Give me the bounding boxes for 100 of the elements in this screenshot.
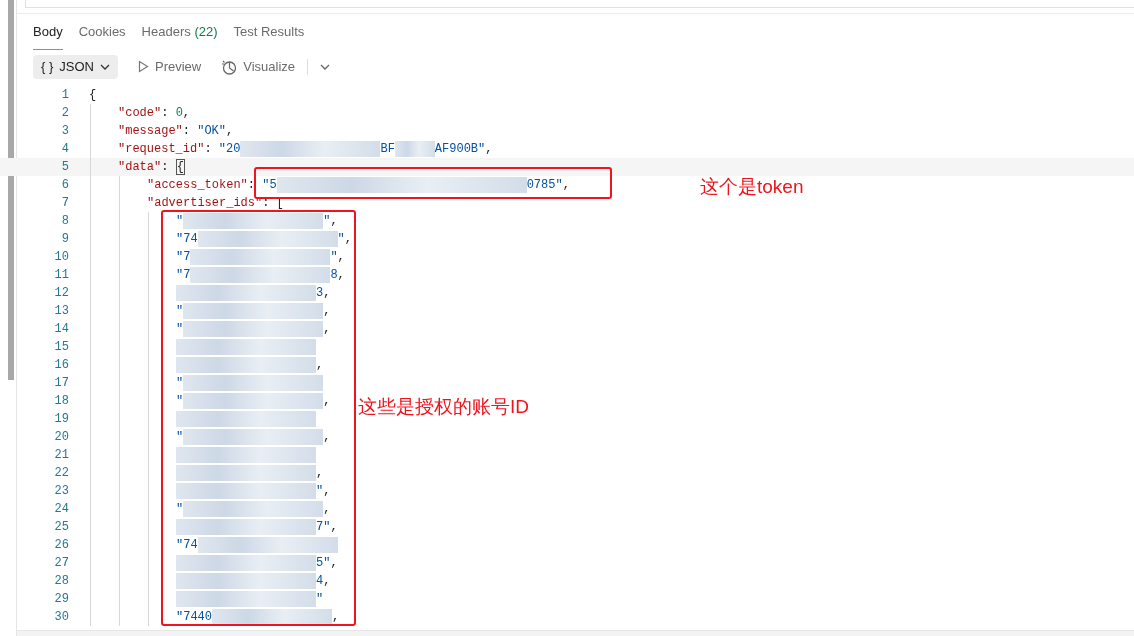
- line-number: 8: [60, 213, 69, 230]
- code-token: ,: [485, 141, 493, 158]
- code-token: ,: [323, 285, 331, 302]
- code-token: "message": [118, 123, 183, 140]
- line-number: 23: [53, 483, 69, 500]
- code-token: 4: [316, 573, 324, 590]
- line-number: 15: [53, 339, 69, 356]
- code-token: 0785": [526, 177, 563, 194]
- code-token: "request_id": [118, 141, 205, 158]
- line-number: 17: [53, 375, 69, 392]
- line-number: 5: [60, 159, 69, 176]
- code-token: ": [176, 393, 184, 410]
- line-number: 7: [60, 195, 69, 212]
- annotation-text: 这些是授权的账号ID: [358, 395, 529, 419]
- line-number: 20: [53, 429, 69, 446]
- code-token: 5": [316, 555, 331, 572]
- line-number: 29: [53, 591, 69, 608]
- tab[interactable]: Headers (22): [141, 20, 218, 50]
- line-number: 24: [53, 501, 69, 518]
- code-token: ,: [323, 573, 331, 590]
- code-token: ,: [330, 519, 338, 536]
- code-token: 8: [330, 267, 338, 284]
- code-token: ,: [337, 249, 345, 266]
- code-token: ,: [344, 231, 352, 248]
- code-token: 3: [316, 285, 324, 302]
- line-number: 9: [60, 231, 69, 248]
- code-token: ,: [316, 465, 324, 482]
- code-token: ,: [323, 483, 331, 500]
- line-number: 22: [53, 465, 69, 482]
- chevron-icon: [99, 63, 110, 70]
- code-token: 0: [175, 105, 183, 122]
- code-token: :: [247, 177, 257, 194]
- code-token: ,: [330, 555, 338, 572]
- code-token: ": [316, 591, 324, 608]
- line-number: 12: [53, 285, 69, 302]
- code-token: ,: [337, 267, 345, 284]
- line-number: 1: [60, 87, 69, 104]
- line-number: 6: [60, 177, 69, 194]
- code-token: ,: [323, 501, 331, 518]
- code-token: ": [323, 213, 331, 230]
- line-number: 4: [60, 141, 69, 158]
- code-token: ,: [330, 213, 338, 230]
- code-token: ": [330, 249, 338, 266]
- code-token: "7: [176, 249, 191, 266]
- code-token: "OK": [197, 123, 227, 140]
- play-icon: [137, 60, 149, 74]
- code-token: "advertiser_ids": [147, 195, 263, 212]
- line-number: 18: [53, 393, 69, 410]
- annotation-text: 这个是token: [700, 175, 804, 199]
- code-token: "20: [218, 141, 241, 158]
- code-token: :: [204, 141, 213, 158]
- code-token: ": [337, 231, 345, 248]
- code-token: ,: [562, 177, 570, 194]
- tab[interactable]: Cookies: [78, 20, 126, 50]
- code-token: ": [176, 429, 184, 446]
- code-token: ": [176, 501, 184, 518]
- line-number: 26: [53, 537, 69, 554]
- line-number: 2: [60, 105, 69, 122]
- code-token: "74: [176, 231, 198, 248]
- code-token: ,: [182, 105, 191, 122]
- code-token: "access_token": [147, 177, 248, 194]
- code-token: ": [176, 303, 184, 320]
- line-number: 14: [53, 321, 69, 338]
- format-dropdown[interactable]: { } JSON: [33, 54, 118, 79]
- code-token: "7440: [176, 609, 212, 626]
- code-token: :: [161, 105, 170, 122]
- code-token: "74: [176, 537, 198, 554]
- code-token: ,: [323, 393, 331, 410]
- line-number: 3: [60, 123, 69, 140]
- line-number: 13: [53, 303, 69, 320]
- line-number: 16: [53, 357, 69, 374]
- code-token: ,: [332, 609, 340, 626]
- line-number: 11: [53, 267, 69, 284]
- preview-button[interactable]: Preview: [129, 54, 210, 80]
- tab[interactable]: Test Results: [233, 20, 305, 50]
- code-token: :: [161, 159, 170, 176]
- tab[interactable]: Body: [33, 20, 63, 50]
- code-token: ,: [323, 429, 331, 446]
- code-token: :: [182, 123, 191, 140]
- code-token: ": [316, 483, 324, 500]
- code-token: "data": [118, 159, 162, 176]
- code-token: "7: [176, 267, 191, 284]
- code-token: ,: [226, 123, 234, 140]
- line-number: 21: [53, 447, 69, 464]
- visualize-icon: [221, 58, 238, 75]
- code-token: ,: [323, 321, 331, 338]
- line-number: 10: [53, 249, 69, 266]
- chevron-icon: [320, 63, 330, 70]
- code-token: "code": [118, 105, 162, 122]
- scrollbar[interactable]: [8, 0, 14, 380]
- code-token: ,: [316, 357, 324, 374]
- code-token: BF: [380, 141, 395, 158]
- code-token: ": [176, 321, 184, 338]
- visualize-button[interactable]: Visualize: [213, 54, 303, 80]
- code-token: "5: [262, 177, 277, 194]
- code-token: ": [176, 213, 184, 230]
- code-token: ": [176, 375, 184, 392]
- code-token: {: [89, 87, 97, 104]
- line-number: 30: [53, 609, 69, 626]
- code-token: 7": [316, 519, 331, 536]
